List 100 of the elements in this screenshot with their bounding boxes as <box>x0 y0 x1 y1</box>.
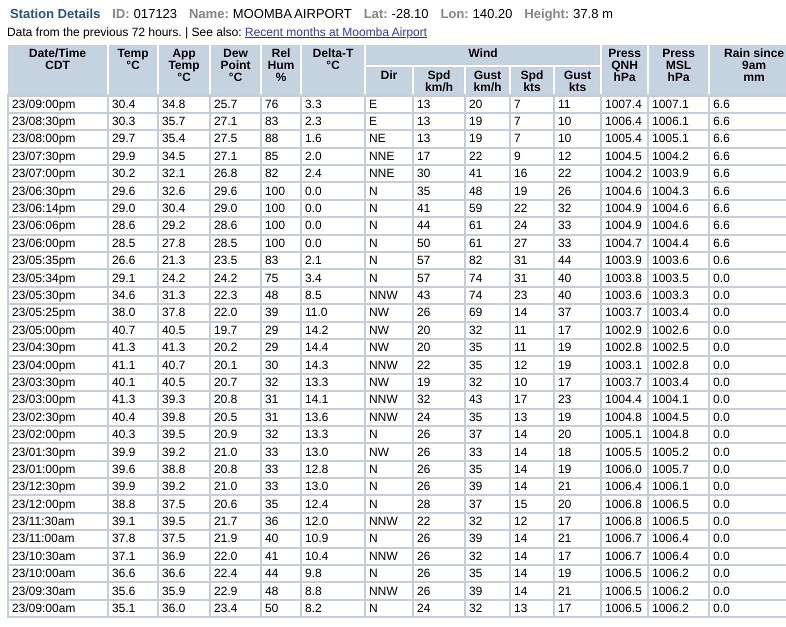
table-cell: 24.2 <box>210 269 261 287</box>
table-cell: 23/01:30pm <box>8 443 108 461</box>
table-cell: 83 <box>261 112 301 130</box>
table-cell: 40 <box>261 530 301 548</box>
field-value: 37.8 m <box>573 6 613 21</box>
table-cell: 1003.4 <box>648 304 710 322</box>
table-cell: 22 <box>413 356 465 374</box>
table-cell: NNE <box>365 148 413 166</box>
table-cell: 23/04:30pm <box>8 338 108 356</box>
table-cell: 1004.9 <box>601 217 648 235</box>
table-cell: 1006.4 <box>648 548 710 566</box>
table-cell: 23/08:30pm <box>8 112 108 130</box>
field-label: ID: <box>112 6 130 21</box>
table-cell: 16 <box>510 165 554 182</box>
table-cell: 19 <box>554 460 602 478</box>
table-cell: 8.8 <box>301 582 365 600</box>
table-cell: 26.6 <box>108 252 158 270</box>
table-cell: 19 <box>465 130 510 148</box>
table-cell: 23/06:14pm <box>8 200 108 218</box>
table-cell: 13.6 <box>301 408 365 426</box>
table-cell: 33 <box>465 443 510 461</box>
table-cell: 34.8 <box>158 96 210 113</box>
table-cell: 31 <box>510 269 554 287</box>
table-cell: 14 <box>510 565 554 582</box>
table-cell: 17 <box>554 600 602 618</box>
table-cell: NW <box>365 338 413 356</box>
table-cell: 40 <box>554 286 602 304</box>
table-cell: 20 <box>554 495 602 513</box>
table-cell: 23/05:00pm <box>8 322 108 339</box>
table-cell: 1004.3 <box>648 182 710 200</box>
table-cell: 20.9 <box>210 426 261 444</box>
table-cell: 10 <box>554 112 602 130</box>
table-cell: 23 <box>554 391 602 409</box>
table-cell: NW <box>365 443 413 461</box>
table-cell: 1004.4 <box>601 391 648 409</box>
table-cell: 2.1 <box>301 252 365 270</box>
table-cell: 1003.6 <box>601 286 648 304</box>
table-cell: 29.2 <box>158 217 210 235</box>
table-cell: 24.2 <box>158 269 210 287</box>
table-cell: 1003.1 <box>601 356 648 374</box>
table-cell: 20 <box>413 322 465 339</box>
table-cell: 40.5 <box>158 322 210 339</box>
table-cell: 27.1 <box>210 112 261 130</box>
table-cell: E <box>365 112 413 130</box>
table-cell: 10.9 <box>301 530 365 548</box>
table-cell: 3.4 <box>301 269 365 287</box>
table-cell: 44 <box>554 252 602 270</box>
table-cell: 1003.6 <box>648 252 710 270</box>
table-cell: 22.9 <box>210 582 261 600</box>
table-cell: 75 <box>261 269 301 287</box>
table-cell: 23/05:35pm <box>8 252 108 270</box>
table-cell: 1007.1 <box>648 96 710 113</box>
table-cell: 30.4 <box>158 200 210 218</box>
table-cell: 1003.8 <box>601 269 648 287</box>
table-cell: 24 <box>413 600 465 618</box>
table-cell: 23/07:30pm <box>8 148 108 166</box>
table-cell: 39 <box>465 582 510 600</box>
table-cell: 1006.1 <box>648 478 710 496</box>
table-cell: 29.6 <box>108 182 158 200</box>
table-cell: 35.1 <box>108 600 158 618</box>
table-cell: 20.6 <box>210 495 261 513</box>
table-cell: 32.6 <box>158 182 210 200</box>
table-cell: 18 <box>554 443 602 461</box>
table-cell: 9 <box>510 148 554 166</box>
table-cell: 26 <box>413 304 465 322</box>
table-cell: N <box>365 426 413 444</box>
table-cell: 17 <box>554 374 602 392</box>
table-cell: 28 <box>413 495 465 513</box>
table-cell: 20.8 <box>210 460 261 478</box>
table-cell: 14.3 <box>301 356 365 374</box>
table-cell: 29 <box>261 338 301 356</box>
table-cell: N <box>365 217 413 235</box>
table-cell: 39.8 <box>158 408 210 426</box>
table-cell: 17 <box>554 512 602 530</box>
recent-months-link[interactable]: Recent months at Moomba Airport <box>244 25 428 39</box>
table-cell: 12.8 <box>301 460 365 478</box>
table-cell: 1003.7 <box>601 304 648 322</box>
table-cell: 22.3 <box>210 286 261 304</box>
table-cell: 37.8 <box>158 304 210 322</box>
table-cell: 1006.5 <box>648 495 710 513</box>
table-cell: NNW <box>365 582 413 600</box>
table-cell: 35 <box>465 408 510 426</box>
table-cell: 35.4 <box>158 130 210 148</box>
table-cell: 28.6 <box>108 217 158 235</box>
field-value: 017123 <box>134 6 178 21</box>
table-cell: 11 <box>554 96 602 113</box>
table-cell: 11 <box>510 322 554 339</box>
table-cell: N <box>365 269 413 287</box>
table-cell: 40 <box>554 269 602 287</box>
table-cell: 40.7 <box>158 356 210 374</box>
table-cell: 57 <box>413 252 465 270</box>
table-cell: 59 <box>465 200 510 218</box>
table-cell: 1006.2 <box>648 565 710 582</box>
table-cell: 17 <box>510 391 554 409</box>
table-cell: 31 <box>261 391 301 409</box>
table-cell: 41 <box>261 548 301 566</box>
table-cell: 1006.8 <box>601 512 648 530</box>
table-cell: 37.5 <box>158 495 210 513</box>
table-cell: 33 <box>261 443 301 461</box>
table-cell: 1004.5 <box>601 148 648 166</box>
